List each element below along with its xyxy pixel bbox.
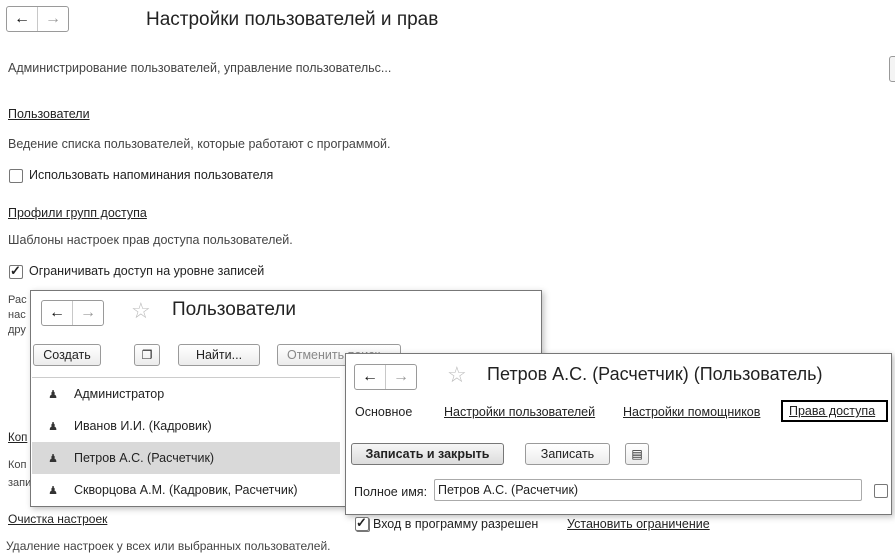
list-item-user-selected[interactable]: ♟ Петров А.С. (Расчетчик) <box>32 442 340 474</box>
user-name: Администратор <box>74 387 165 401</box>
right-edge-control[interactable] <box>889 56 895 82</box>
users-description: Ведение списка пользователей, которые ра… <box>8 137 391 151</box>
admin-description: Администрирование пользователей, управле… <box>8 61 392 75</box>
user-icon: ♟ <box>48 484 58 497</box>
copy-button[interactable]: ❐ <box>134 344 160 366</box>
profiles-link[interactable]: Профили групп доступа <box>8 206 147 220</box>
main-nav-buttons: ← → <box>6 6 69 32</box>
user-icon: ♟ <box>48 388 58 401</box>
page-title: Настройки пользователей и прав <box>146 9 439 30</box>
save-button[interactable]: Записать <box>525 443 610 465</box>
create-button[interactable]: Создать <box>33 344 101 366</box>
document-list-icon: ▤ <box>631 447 643 461</box>
user-card-nav-buttons: ← → <box>354 364 417 390</box>
user-name: Иванов И.И. (Кадровик) <box>74 419 212 433</box>
users-window-title: Пользователи <box>172 299 297 320</box>
partial-text-dru: дру <box>8 324 26 336</box>
clear-settings-description: Удаление настроек у всех или выбранных п… <box>6 539 331 553</box>
clear-settings-link[interactable]: Очистка настроек <box>8 512 107 526</box>
forward-arrow-icon[interactable]: → <box>73 301 103 325</box>
back-arrow-icon[interactable]: ← <box>42 301 73 325</box>
user-card-title: Петров А.С. (Расчетчик) (Пользователь) <box>487 364 823 384</box>
tab-access-rights[interactable]: Права доступа <box>789 404 875 418</box>
forward-arrow-icon[interactable]: → <box>38 7 68 31</box>
restrict-label: Ограничивать доступ на уровне записей <box>29 264 265 278</box>
tab-access-rights-highlight[interactable]: Права доступа <box>781 400 888 422</box>
restrict-checkbox[interactable] <box>9 263 23 279</box>
find-button[interactable]: Найти... <box>178 344 260 366</box>
forward-arrow-icon[interactable]: → <box>386 365 416 389</box>
login-allowed-checkbox-visible[interactable] <box>355 515 369 531</box>
reminders-label: Использовать напоминания пользователя <box>29 168 274 182</box>
users-list: ♟ Администратор ♟ Иванов И.И. (Кадровик)… <box>32 377 340 506</box>
partial-text-ras: Рас <box>8 294 27 306</box>
fullname-field[interactable]: Петров А.С. (Расчетчик) <box>434 479 862 501</box>
favorite-star-icon[interactable]: ☆ <box>131 298 151 324</box>
document-list-button[interactable]: ▤ <box>625 443 649 465</box>
user-name: Петров А.С. (Расчетчик) <box>74 451 215 465</box>
fullname-extra-checkbox[interactable] <box>874 484 888 498</box>
copy-document-icon: ❐ <box>141 348 153 362</box>
tab-user-settings[interactable]: Настройки пользователей <box>444 405 595 419</box>
list-item-user[interactable]: ♟ Скворцова А.М. (Кадровик, Расчетчик) <box>32 474 340 506</box>
list-item-user[interactable]: ♟ Администратор <box>32 378 340 410</box>
user-card-window: ← → ☆ Петров А.С. (Расчетчик) (Пользоват… <box>345 353 892 532</box>
list-item-user[interactable]: ♟ Иванов И.И. (Кадровик) <box>32 410 340 442</box>
user-name: Скворцова А.М. (Кадровик, Расчетчик) <box>74 483 298 497</box>
fullname-value: Петров А.С. (Расчетчик) <box>438 483 579 497</box>
tab-main[interactable]: Основное <box>355 405 412 419</box>
set-restriction-link[interactable]: Установить ограничение <box>567 517 710 531</box>
users-nav-buttons: ← → <box>41 300 104 326</box>
partial-text-zap: запи <box>8 477 32 489</box>
back-arrow-icon[interactable]: ← <box>355 365 386 389</box>
reminders-checkbox[interactable] <box>9 169 23 183</box>
user-icon: ♟ <box>48 420 58 433</box>
save-and-close-button[interactable]: Записать и закрыть <box>351 443 504 465</box>
partial-link-kop[interactable]: Коп <box>8 432 27 444</box>
back-arrow-icon[interactable]: ← <box>7 7 38 31</box>
user-icon: ♟ <box>48 452 58 465</box>
fullname-label: Полное имя: <box>354 485 428 499</box>
partial-text-nas: нас <box>8 309 26 321</box>
tab-assistant-settings[interactable]: Настройки помощников <box>623 405 760 419</box>
partial-text-kop: Коп <box>8 459 27 471</box>
profiles-description: Шаблоны настроек прав доступа пользовате… <box>8 233 293 247</box>
login-allowed-label: Вход в программу разрешен <box>373 517 539 531</box>
favorite-star-icon[interactable]: ☆ <box>447 362 467 388</box>
users-link[interactable]: Пользователи <box>8 107 90 121</box>
